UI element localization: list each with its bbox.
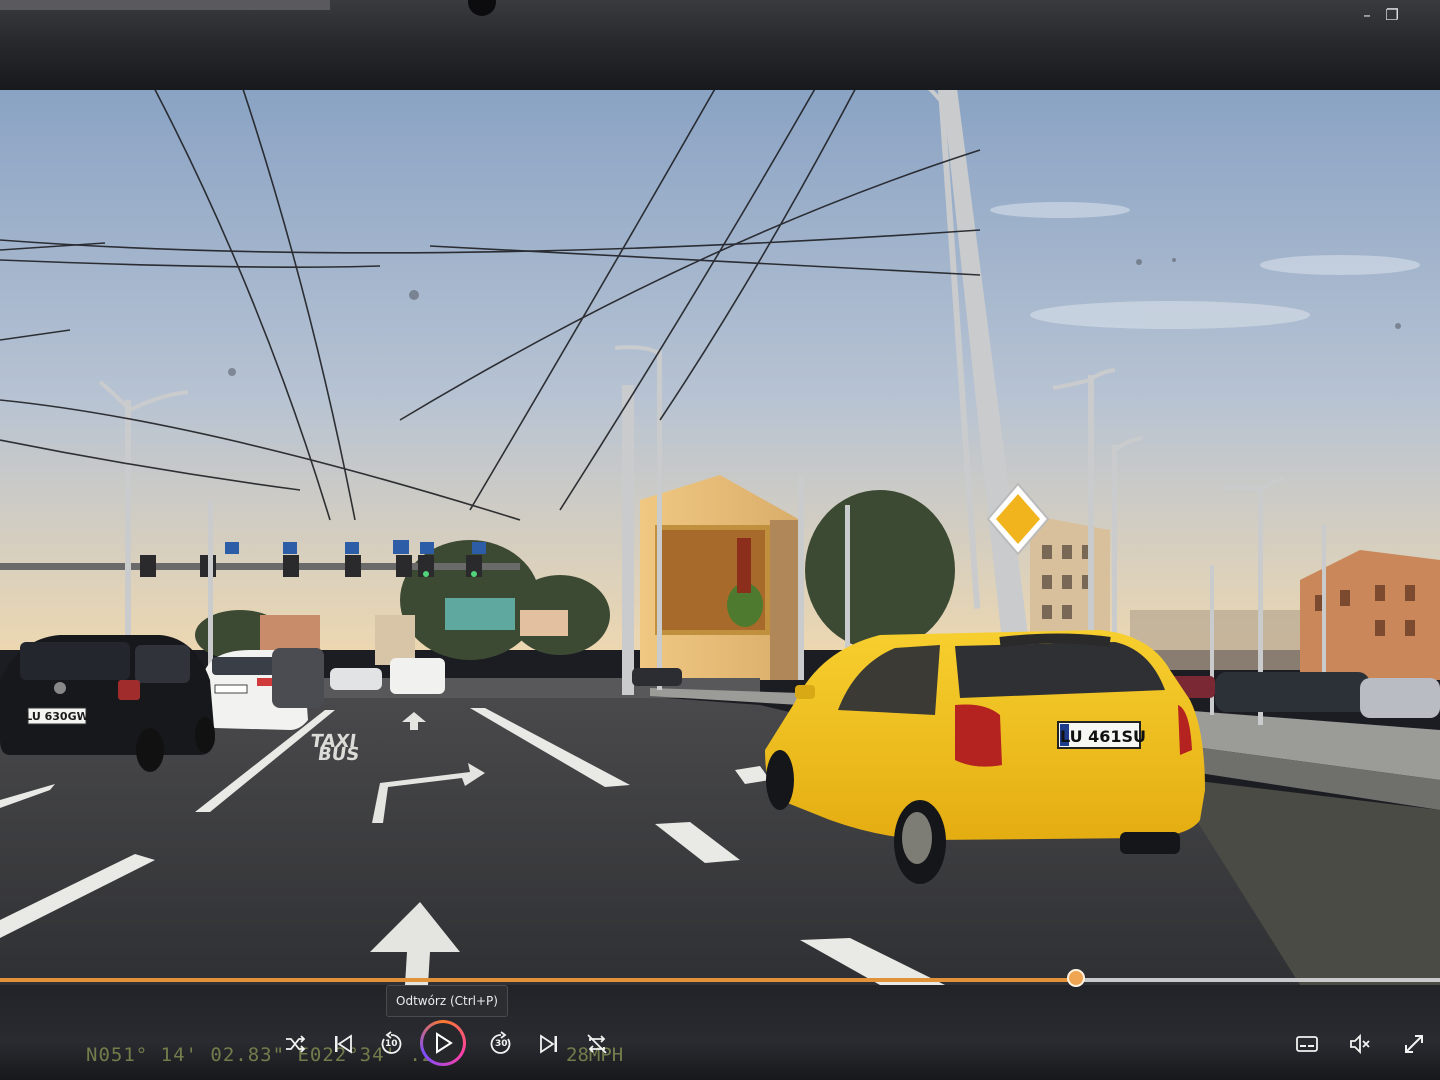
skip-forward-button[interactable]: 30: [485, 1028, 517, 1060]
white-sedan: [205, 648, 324, 730]
play-icon: [436, 1032, 453, 1054]
captions-button[interactable]: [1291, 1028, 1323, 1060]
previous-track-icon: [335, 1034, 352, 1054]
bezel-highlight: [0, 0, 330, 10]
media-player-window: – ❐ TAXI BUS LU 630GW LU 461SU Odtwórz (…: [0, 0, 1440, 1080]
road-text: TAXI BUS: [309, 731, 360, 765]
fullscreen-icon: [1405, 1035, 1423, 1053]
webcam-notch: [468, 0, 496, 16]
black-hatchback: LU 630GW: [0, 635, 215, 772]
video-frame[interactable]: TAXI BUS LU 630GW LU 461SU: [0, 90, 1440, 985]
play-button[interactable]: [420, 1020, 466, 1066]
distant-building: [375, 615, 415, 665]
billboard: [520, 610, 568, 636]
road-text-bus: BUS: [316, 744, 360, 765]
seek-bar-thumb[interactable]: [1066, 969, 1085, 987]
repeat-off-icon: [587, 1034, 607, 1054]
volume-muted-icon: [1350, 1033, 1370, 1055]
next-track-icon: [540, 1034, 557, 1054]
seek-bar-progress: [0, 978, 1076, 982]
play-button-tooltip: Odtwórz (Ctrl+P): [386, 985, 508, 1017]
restore-button[interactable]: ❐: [1381, 6, 1403, 24]
fullscreen-button[interactable]: [1398, 1028, 1430, 1060]
next-track-button[interactable]: [533, 1028, 565, 1060]
repeat-button[interactable]: [581, 1028, 613, 1060]
skip-back-label: 10: [385, 1039, 398, 1049]
billboard: [445, 598, 515, 630]
plate-yellow-car-text: LU 461SU: [1060, 727, 1146, 746]
seek-bar[interactable]: [0, 978, 1440, 982]
previous-track-button[interactable]: [327, 1028, 359, 1060]
shuffle-button[interactable]: [279, 1028, 311, 1060]
skip-back-button[interactable]: 10: [375, 1028, 407, 1060]
mute-button[interactable]: [1344, 1028, 1376, 1060]
skip-forward-label: 30: [495, 1039, 508, 1049]
minimize-button[interactable]: –: [1356, 6, 1378, 24]
plate-black-car-text: LU 630GW: [25, 710, 89, 723]
captions-icon: [1296, 1036, 1318, 1052]
shuffle-icon: [286, 1035, 306, 1053]
screen-bezel-top: – ❐: [0, 0, 1440, 92]
